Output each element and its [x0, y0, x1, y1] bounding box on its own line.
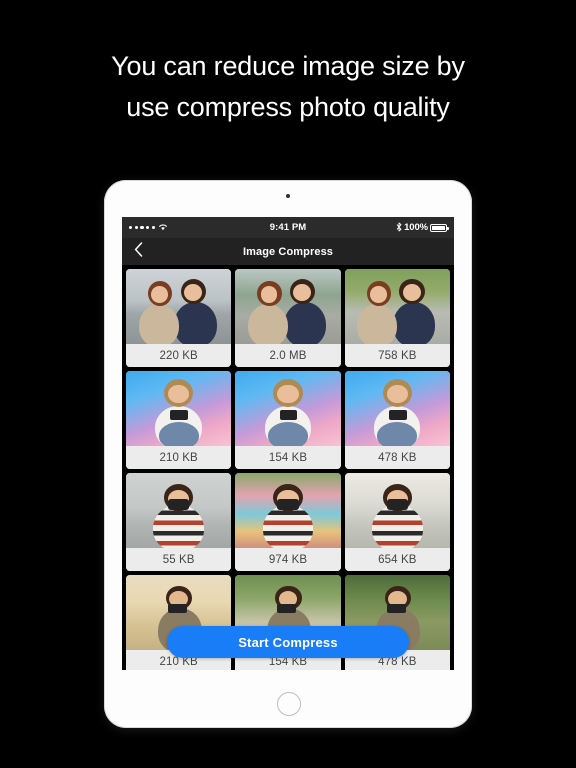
image-size-label: 974 KB	[235, 548, 341, 571]
status-bar-right: 100%	[288, 222, 449, 234]
image-thumbnail	[235, 269, 341, 344]
status-bar: 9:41 PM 100%	[122, 217, 454, 238]
camera-dot-icon	[286, 194, 290, 198]
status-bar-left	[129, 223, 288, 233]
image-thumbnail	[126, 371, 232, 446]
image-size-label: 220 KB	[126, 344, 232, 367]
start-compress-button[interactable]: Start Compress	[167, 626, 409, 658]
image-thumbnail	[235, 371, 341, 446]
image-size-label: 154 KB	[235, 446, 341, 469]
image-card[interactable]: 2.0 MB	[235, 269, 341, 367]
chevron-left-icon	[134, 241, 143, 262]
image-card[interactable]: 154 KB	[235, 371, 341, 469]
headline-line-2: use compress photo quality	[126, 92, 450, 122]
image-thumbnail	[344, 473, 450, 548]
nav-title: Image Compress	[242, 245, 334, 258]
image-thumbnail	[344, 269, 450, 344]
image-grid-container[interactable]: 220 KB 2.0 MB 758 KB 210 KB 154 KB 478 KB 55 K…	[122, 265, 454, 670]
nav-bar: Image Compress	[122, 238, 454, 265]
image-thumbnail	[344, 371, 450, 446]
image-size-label: 478 KB	[344, 446, 450, 469]
home-button[interactable]	[277, 692, 301, 716]
tablet-device-frame: 9:41 PM 100% Image Compress 220 KB 2.0 M…	[104, 180, 472, 728]
image-card[interactable]: 974 KB	[235, 473, 341, 571]
image-size-label: 758 KB	[344, 344, 450, 367]
back-button[interactable]	[122, 238, 154, 265]
bluetooth-icon	[396, 222, 402, 234]
image-thumbnail	[126, 269, 232, 344]
image-card[interactable]: 55 KB	[126, 473, 232, 571]
page-title: You can reduce image size by use compres…	[0, 46, 576, 128]
image-size-label: 55 KB	[126, 548, 232, 571]
image-card[interactable]: 210 KB	[126, 371, 232, 469]
image-size-label: 210 KB	[126, 446, 232, 469]
image-size-label: 654 KB	[344, 548, 450, 571]
screenshot-root: You can reduce image size by use compres…	[0, 0, 576, 768]
image-card[interactable]: 478 KB	[344, 371, 450, 469]
device-screen: 9:41 PM 100% Image Compress 220 KB 2.0 M…	[122, 217, 454, 670]
image-grid: 220 KB 2.0 MB 758 KB 210 KB 154 KB 478 KB 55 K…	[122, 265, 454, 670]
image-card[interactable]: 220 KB	[126, 269, 232, 367]
headline-line-1: You can reduce image size by	[111, 51, 465, 81]
battery-percent-label: 100%	[404, 222, 428, 233]
image-size-label: 2.0 MB	[235, 344, 341, 367]
wifi-icon	[158, 223, 168, 233]
image-card[interactable]: 654 KB	[344, 473, 450, 571]
battery-full-icon	[430, 223, 449, 232]
image-thumbnail	[126, 473, 232, 548]
start-compress-label: Start Compress	[238, 634, 338, 650]
image-card[interactable]: 758 KB	[344, 269, 450, 367]
image-thumbnail	[235, 473, 341, 548]
signal-dots-icon	[129, 225, 155, 230]
